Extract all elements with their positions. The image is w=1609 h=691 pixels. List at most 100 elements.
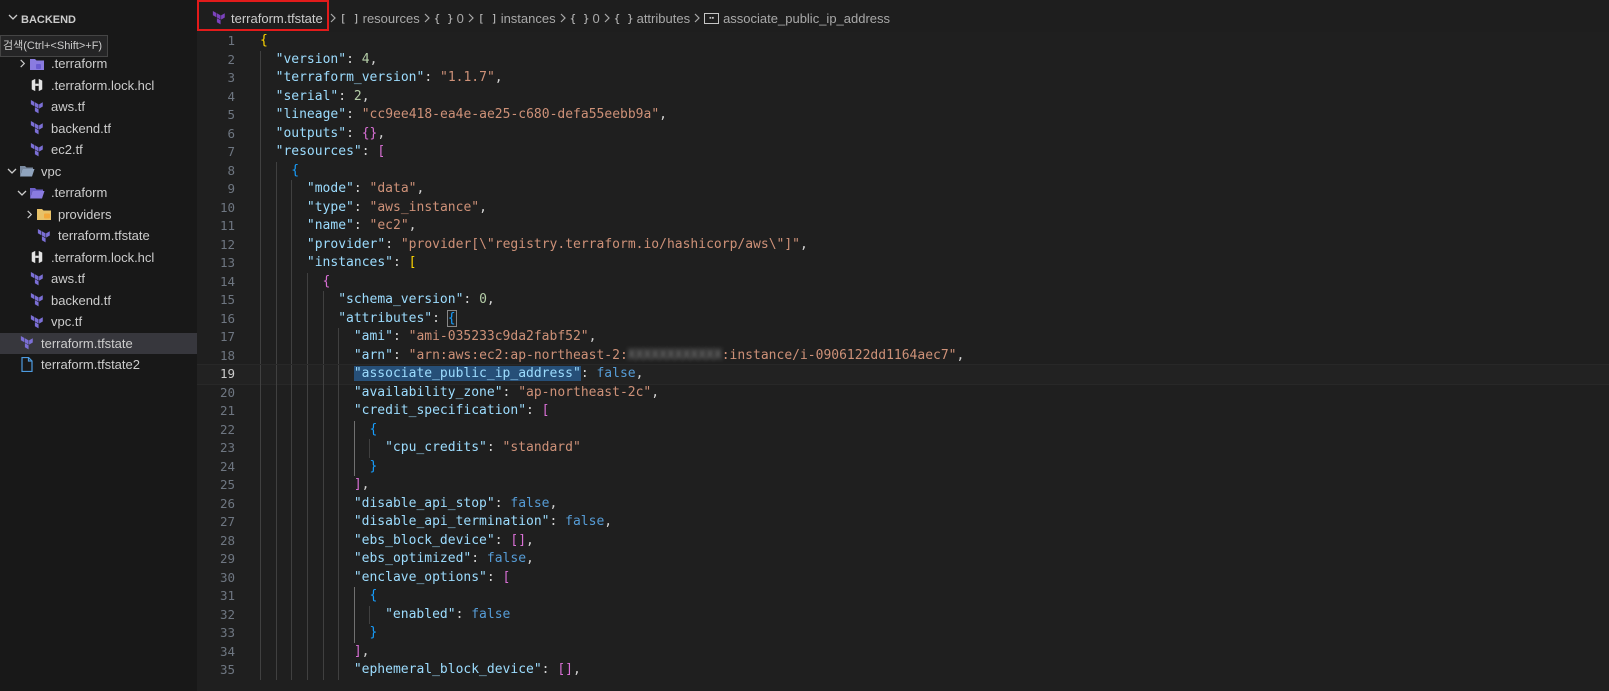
chevron-right-icon[interactable] (15, 59, 29, 68)
code-text: "provider": "provider[\"registry.terrafo… (306, 236, 808, 252)
tree-item[interactable]: providers (0, 204, 197, 226)
code-line[interactable]: 10 "type": "aws_instance", (197, 198, 1609, 217)
indent-guide (291, 587, 293, 606)
file-tree: .terraform .terraform.lock.hcl aws.tf backe… (0, 53, 197, 376)
code-line[interactable]: 33} (197, 624, 1609, 643)
code-line[interactable]: 20 "availability_zone": "ap-northeast-2c"… (197, 383, 1609, 402)
code-line[interactable]: 19 "associate_public_ip_address": false, (197, 364, 1609, 385)
breadcrumb-segment[interactable]: { } 0 (570, 11, 600, 26)
line-number: 20 (219, 384, 235, 400)
code-line[interactable]: 28 "ebs_block_device": [], (197, 531, 1609, 550)
line-number: 32 (219, 606, 235, 622)
code-text: "enclave_options": [ (353, 569, 511, 585)
code-line[interactable]: 31 { (197, 587, 1609, 606)
line-number: 24 (219, 458, 235, 474)
breadcrumb-segment[interactable]: [ ] instances (478, 11, 556, 26)
breadcrumb-segment-label: instances (500, 10, 556, 26)
line-number: 17 (219, 329, 235, 344)
indent-guide (291, 180, 293, 199)
code-line[interactable]: 15 "schema_version": 0, (197, 291, 1609, 310)
indent-guide (275, 494, 277, 513)
code-line[interactable]: 22 { (197, 420, 1609, 439)
tree-item[interactable]: .terraform (0, 182, 197, 204)
breadcrumb-segment-label: 0 (456, 10, 464, 26)
line-number: 19 (219, 366, 235, 381)
object-icon: { } (569, 11, 590, 25)
code-line[interactable]: 3 "terraform_version": "1.1.7", (197, 69, 1609, 88)
code-line[interactable]: 6 "outputs": {}, (197, 124, 1609, 143)
indent-guide (260, 217, 261, 236)
line-number: 35 (219, 662, 235, 677)
code-line[interactable]: 18 "arn": "arn:aws:ec2:ap-northeast-2:XXX… (197, 346, 1609, 365)
code-line[interactable]: 2 "version": 4, (197, 50, 1609, 69)
tree-item-label: terraform.tfstate2 (41, 357, 140, 372)
tree-item[interactable]: ec2.tf (0, 139, 197, 161)
indent-guide (338, 513, 340, 532)
explorer-sidebar: BACKEND 검색(Ctrl+<Shift>+F) .terraform .te… (0, 0, 198, 691)
tree-item[interactable]: vpc (0, 161, 197, 183)
line-number: 1 (227, 33, 235, 48)
tree-item[interactable]: backend.tf (0, 290, 197, 312)
tree-item[interactable]: vpc.tf (0, 311, 197, 333)
chevron-right-icon[interactable] (22, 210, 36, 219)
tree-item[interactable]: .terraform.lock.hcl (0, 247, 197, 269)
chevron-down-icon[interactable] (15, 188, 29, 198)
code-line[interactable]: 4 "serial": 2, (197, 87, 1609, 106)
code-line[interactable]: 11 "name": "ec2", (197, 217, 1609, 236)
code-line[interactable]: 23 "cpu_credits": "standard" (197, 439, 1609, 458)
code-text: "name": "ec2", (306, 218, 417, 233)
code-line[interactable]: 32 "enabled": false (197, 605, 1609, 624)
terraform-icon (36, 228, 52, 244)
tree-item[interactable]: aws.tf (0, 96, 197, 118)
code-line[interactable]: 34], (197, 642, 1609, 661)
indent-guide (275, 402, 277, 421)
folder-open-icon (19, 163, 35, 179)
explorer-section-header[interactable]: BACKEND (0, 9, 197, 31)
code-line[interactable]: 24} (197, 457, 1609, 476)
code-line[interactable]: 35 "ephemeral_block_device": [], (197, 661, 1609, 680)
chevron-down-icon (8, 9, 18, 31)
tree-item[interactable]: .terraform.lock.hcl (0, 75, 197, 97)
file-icon (19, 357, 35, 373)
code-line[interactable]: 1{ (197, 32, 1609, 51)
indent-guide (322, 513, 324, 532)
indent-guide (260, 568, 261, 587)
terraform-icon (29, 99, 45, 115)
breadcrumb-segment[interactable]: [ ] resources (340, 11, 420, 26)
tree-item[interactable]: terraform.tfstate (0, 332, 197, 354)
code-line[interactable]: 26 "disable_api_stop": false, (197, 494, 1609, 513)
code-line[interactable]: 9 "mode": "data", (197, 180, 1609, 199)
code-editor[interactable]: 1{2 "version": 4, 3 "terraform_version": "1… (197, 32, 1609, 691)
tree-item[interactable]: terraform.tfstate (0, 225, 197, 247)
tree-item[interactable]: aws.tf (0, 268, 197, 290)
indent-guide (275, 309, 277, 328)
breadcrumb-segment[interactable]: ▪▪ associate_public_ip_address (704, 11, 890, 26)
code-line[interactable]: 5 "lineage": "cc9ee418-ea4e-ae25-c680-def… (197, 106, 1609, 125)
breadcrumb-segment[interactable]: { } attributes (614, 11, 690, 26)
code-line[interactable]: 21 "credit_specification": [ (197, 402, 1609, 421)
chevron-down-icon[interactable] (5, 166, 19, 176)
code-line[interactable]: 14 { (197, 272, 1609, 291)
code-line[interactable]: 25], (197, 476, 1609, 495)
code-line[interactable]: 13 "instances": [ (197, 254, 1609, 273)
code-line[interactable]: 27 "disable_api_termination": false, (197, 513, 1609, 532)
tree-item[interactable]: terraform.tfstate2 (0, 354, 197, 376)
code-line[interactable]: 8{ (197, 161, 1609, 180)
code-line[interactable]: 7 "resources": [ (197, 143, 1609, 162)
code-text: { (369, 588, 378, 603)
code-line[interactable]: 30 "enclave_options": [ (197, 568, 1609, 587)
breadcrumb-file[interactable]: terraform.tfstate (197, 0, 329, 31)
line-number: 14 (219, 273, 235, 289)
code-line[interactable]: 29 "ebs_optimized": false, (197, 550, 1609, 569)
code-line[interactable]: 12 "provider": "provider[\"registry.terra… (197, 235, 1609, 254)
code-text: } (369, 458, 378, 474)
code-line[interactable]: 17 "ami": "ami-035233c9da2fabf52", (197, 328, 1609, 347)
tree-item[interactable]: backend.tf (0, 118, 197, 140)
code-line[interactable]: 16 "attributes": { (197, 309, 1609, 328)
code-text: { (260, 33, 268, 48)
breadcrumb-segment[interactable]: { } 0 (434, 11, 464, 26)
tree-item-label: .terraform (51, 185, 108, 200)
line-number: 33 (219, 625, 235, 640)
indent-guide (338, 383, 340, 402)
indent-guide (260, 624, 261, 643)
